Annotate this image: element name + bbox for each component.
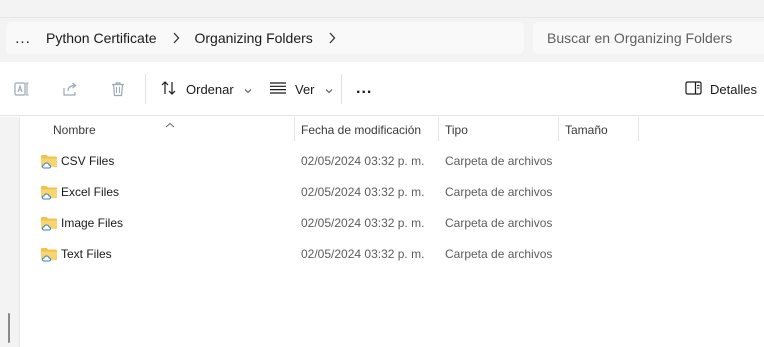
details-pane-icon [685,80,702,98]
title-strip [0,0,764,18]
command-bar: Ordenar Ver ... Detalles [0,62,764,116]
search-input[interactable] [547,30,757,46]
chevron-down-icon [244,82,252,97]
details-button[interactable]: Detalles [685,74,757,104]
column-headers: Nombre Fecha de modificación Tipo Tamaño [21,117,764,143]
file-row[interactable]: Excel Files 02/05/2024 03:32 p. m. Carpe… [34,177,764,207]
breadcrumb-item-organizing-folders[interactable]: Organizing Folders [189,30,319,46]
chevron-down-icon [325,82,333,97]
file-modified: 02/05/2024 03:32 p. m. [301,216,425,230]
column-header-name[interactable]: Nombre [47,117,295,143]
file-row[interactable]: Image Files 02/05/2024 03:32 p. m. Carpe… [34,208,764,238]
chevron-right-icon[interactable] [319,32,345,44]
file-type: Carpeta de archivos [445,154,553,168]
column-header-size[interactable]: Tamaño [559,117,638,143]
column-divider[interactable] [638,117,639,141]
details-label: Detalles [710,81,757,97]
sort-label: Ordenar [186,81,234,97]
share-icon[interactable] [60,79,80,99]
sort-icon [160,79,178,100]
navigation-scrollbar[interactable] [8,313,10,343]
file-row[interactable]: CSV Files 02/05/2024 03:32 p. m. Carpeta… [34,146,764,176]
file-name: Excel Files [61,185,120,199]
breadcrumb-overflow-button[interactable]: ... [6,30,40,47]
tab-strip-edge [0,0,764,18]
column-header-type[interactable]: Tipo [439,117,558,143]
chevron-right-icon[interactable] [163,32,189,44]
navigation-pane-edge [0,117,20,347]
rename-icon[interactable] [12,79,32,99]
view-list-icon [269,81,287,98]
file-row[interactable]: Text Files 02/05/2024 03:32 p. m. Carpet… [34,239,764,269]
address-bar: ... Python Certificate Organizing Folder… [0,18,764,62]
breadcrumb[interactable]: ... Python Certificate Organizing Folder… [6,22,524,54]
file-type: Carpeta de archivos [445,185,553,199]
view-button[interactable]: Ver [269,74,333,104]
file-type: Carpeta de archivos [445,216,553,230]
file-name: Text Files [61,247,112,261]
file-name: Image Files [61,216,124,230]
file-modified: 02/05/2024 03:32 p. m. [301,154,425,168]
search-box[interactable] [533,22,764,54]
file-name: CSV Files [61,154,115,168]
toolbar-divider [145,74,146,104]
folder-cloud-icon [40,246,58,265]
file-modified: 02/05/2024 03:32 p. m. [301,247,425,261]
folder-cloud-icon [40,215,58,234]
file-type: Carpeta de archivos [445,247,553,261]
more-options-button[interactable]: ... [356,74,372,104]
file-modified: 02/05/2024 03:32 p. m. [301,185,425,199]
sort-button[interactable]: Ordenar [160,74,252,104]
view-label: Ver [295,81,315,97]
delete-icon[interactable] [108,79,128,99]
toolbar-divider [341,74,342,104]
folder-cloud-icon [40,153,58,172]
breadcrumb-item-python-certificate[interactable]: Python Certificate [40,30,163,46]
folder-cloud-icon [40,184,58,203]
column-header-modified[interactable]: Fecha de modificación [295,117,438,143]
